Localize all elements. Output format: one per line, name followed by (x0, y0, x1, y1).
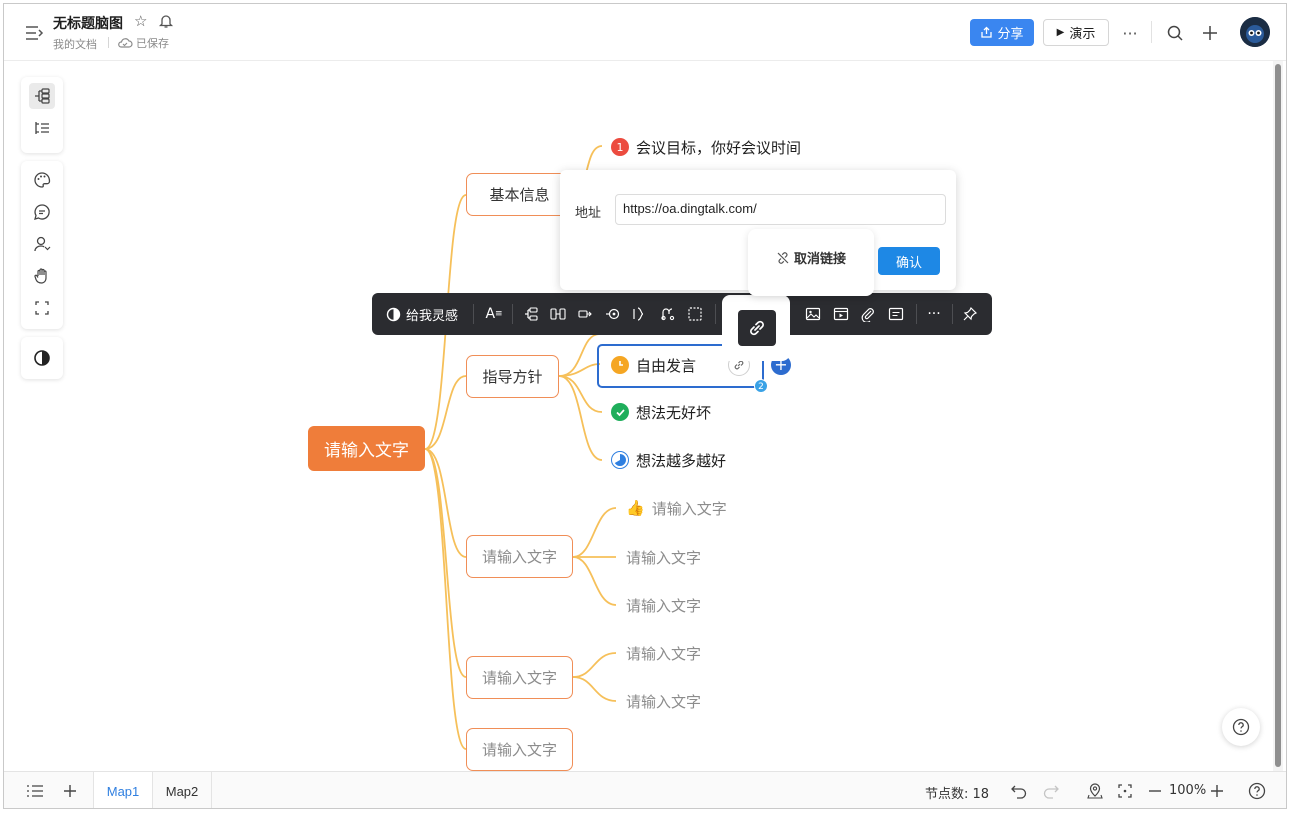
divider (952, 304, 953, 324)
link-tool-button[interactable] (738, 310, 776, 346)
branch-node-placeholder[interactable]: 请输入文字 (466, 656, 573, 699)
footer: Map1 Map2 节点数: 18 100% (4, 771, 1286, 808)
note-icon[interactable] (886, 304, 906, 324)
leaf-node[interactable]: 想法无好坏 (611, 400, 741, 424)
help-icon[interactable] (1247, 781, 1267, 801)
leaf-label: 想法越多越好 (636, 451, 727, 470)
unlink-label: 取消链接 (793, 252, 846, 267)
pin-icon[interactable] (960, 304, 980, 324)
zoom-level[interactable]: 100% (1169, 783, 1206, 798)
insert-after-icon[interactable] (576, 304, 596, 324)
inspire-label: 给我灵感 (406, 308, 459, 324)
tab-map2[interactable]: Map2 (153, 772, 212, 808)
node-toolbar: 给我灵感 A ≡ ··· (372, 293, 992, 335)
tab-map1[interactable]: Map1 (93, 772, 153, 808)
url-input[interactable]: https://oa.dingtalk.com/ (615, 194, 946, 225)
branch-node-placeholder[interactable]: 请输入文字 (466, 535, 573, 578)
check-icon (611, 403, 629, 421)
leaf-node[interactable]: 1 会议目标，你好会议时间 (611, 135, 841, 159)
priority-badge-icon: 1 (611, 138, 629, 156)
image-icon[interactable] (803, 304, 823, 324)
frame-icon[interactable] (685, 304, 705, 324)
leaf-node-selected[interactable]: 自由发言 (611, 352, 731, 378)
leaf-label: 请输入文字 (651, 499, 727, 518)
summary-icon[interactable] (630, 304, 650, 324)
zoom-out-icon[interactable] (1145, 781, 1165, 801)
link-icon (750, 320, 764, 336)
map-location-icon[interactable] (1085, 781, 1105, 801)
add-child-icon[interactable] (521, 304, 541, 324)
unlink-button[interactable]: 取消链接 (748, 229, 874, 296)
redo-icon[interactable] (1041, 781, 1061, 801)
branch-node-guidelines[interactable]: 指导方针 (466, 355, 559, 398)
unlink-icon (777, 251, 789, 264)
text-style-icon[interactable]: A ≡ (484, 304, 504, 324)
leaf-label: 自由发言 (636, 356, 697, 375)
association-icon[interactable] (658, 304, 678, 324)
focus-node-icon[interactable] (603, 304, 623, 324)
branch-node-placeholder[interactable]: 请输入文字 (466, 728, 573, 771)
clock-icon (611, 356, 629, 374)
url-label: 地址 (575, 206, 602, 221)
leaf-node[interactable]: 请输入文字 (626, 641, 736, 665)
add-sheet-icon[interactable] (60, 781, 80, 801)
inspire-icon (386, 307, 401, 321)
undo-icon[interactable] (1009, 781, 1029, 801)
progress-icon (611, 451, 629, 469)
leaf-node[interactable]: 请输入文字 (626, 545, 736, 569)
scrollbar-thumb[interactable] (1275, 64, 1281, 767)
branch-node-basic-info[interactable]: 基本信息 (466, 173, 573, 216)
confirm-button[interactable]: 确认 (878, 247, 940, 275)
attachment-icon[interactable] (858, 304, 878, 324)
child-count-badge: 2 (754, 379, 768, 393)
help-icon[interactable] (1222, 708, 1260, 746)
divider (473, 304, 474, 324)
leaf-label: 想法无好坏 (636, 403, 712, 422)
divider (512, 304, 513, 324)
divider (715, 304, 716, 324)
inspire-button[interactable]: 给我灵感 (386, 304, 458, 324)
center-view-icon[interactable] (1115, 781, 1135, 801)
leaf-node[interactable]: 想法越多越好 (611, 448, 761, 472)
leaf-node[interactable]: 请输入文字 (626, 689, 736, 713)
zoom-in-icon[interactable] (1207, 781, 1227, 801)
more-icon[interactable]: ··· (924, 304, 944, 324)
leaf-label: 会议目标，你好会议时间 (636, 138, 802, 157)
node-count: 节点数: 18 (925, 787, 990, 802)
root-node[interactable]: 请输入文字 (308, 426, 425, 471)
outline-list-icon[interactable] (25, 781, 45, 801)
add-sibling-icon[interactable] (548, 304, 568, 324)
leaf-node[interactable]: 请输入文字 (626, 593, 736, 617)
video-icon[interactable] (831, 304, 851, 324)
leaf-node[interactable]: 👍 请输入文字 (626, 496, 756, 520)
app-window: 无标题脑图 ☆ 我的文档 已保存 分享 ▶ 演示 ··· 请输入文字 基本信息 … (3, 3, 1287, 809)
thumbs-up-icon: 👍 (626, 499, 645, 517)
divider (916, 304, 917, 324)
